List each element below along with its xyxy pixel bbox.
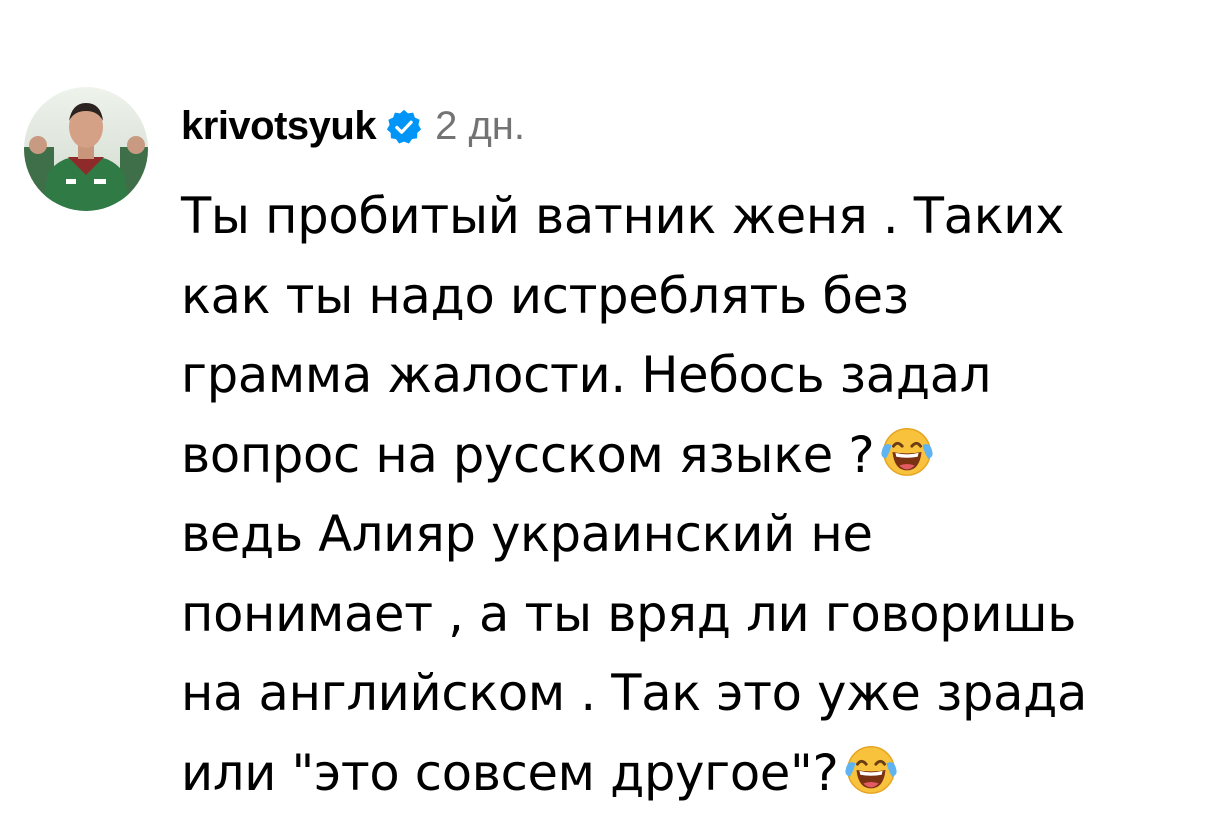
comment-line: вопрос на русском языке ? <box>181 416 1211 496</box>
comment-line-text: вопрос на русском языке ? <box>181 426 874 484</box>
comment-line: ведь Алияр украинский не <box>181 495 1211 575</box>
face-with-tears-of-joy-icon <box>842 740 900 798</box>
username-link[interactable]: krivotsyuk <box>181 104 376 149</box>
verified-badge-icon <box>385 108 423 146</box>
comment-text: Ты пробитый ватник женя . Таких как ты н… <box>181 177 1211 813</box>
comment-line-text: или "это совсем другое"? <box>181 744 838 802</box>
comment-header: krivotsyuk 2 дн. <box>181 96 525 156</box>
comment-line: на английском . Так это уже зрада <box>181 654 1211 734</box>
comment-line-text: на английском . Так это уже зрада <box>181 664 1087 722</box>
face-with-tears-of-joy-icon <box>878 422 936 480</box>
comment-line: как ты надо истреблять без <box>181 257 1211 337</box>
comment-item: krivotsyuk 2 дн. Ты пробитый ватник женя… <box>0 0 1222 800</box>
comment-line: Ты пробитый ватник женя . Таких <box>181 177 1211 257</box>
comment-timestamp: 2 дн. <box>435 104 525 149</box>
comment-line-text: понимает , а ты вряд ли говоришь <box>181 585 1076 643</box>
comment-line: или "это совсем другое"? <box>181 734 1211 813</box>
comment-line-text: как ты надо истреблять без <box>181 267 909 325</box>
user-avatar-icon[interactable] <box>24 87 148 211</box>
comment-line: понимает , а ты вряд ли говоришь <box>181 575 1211 655</box>
comment-line-text: Ты пробитый ватник женя . Таких <box>181 187 1064 245</box>
avatar-image <box>24 87 148 211</box>
comment-line-text: грамма жалости. Небось задал <box>181 346 991 404</box>
comment-line-text: ведь Алияр украинский не <box>181 505 873 563</box>
comment-line: грамма жалости. Небось задал <box>181 336 1211 416</box>
